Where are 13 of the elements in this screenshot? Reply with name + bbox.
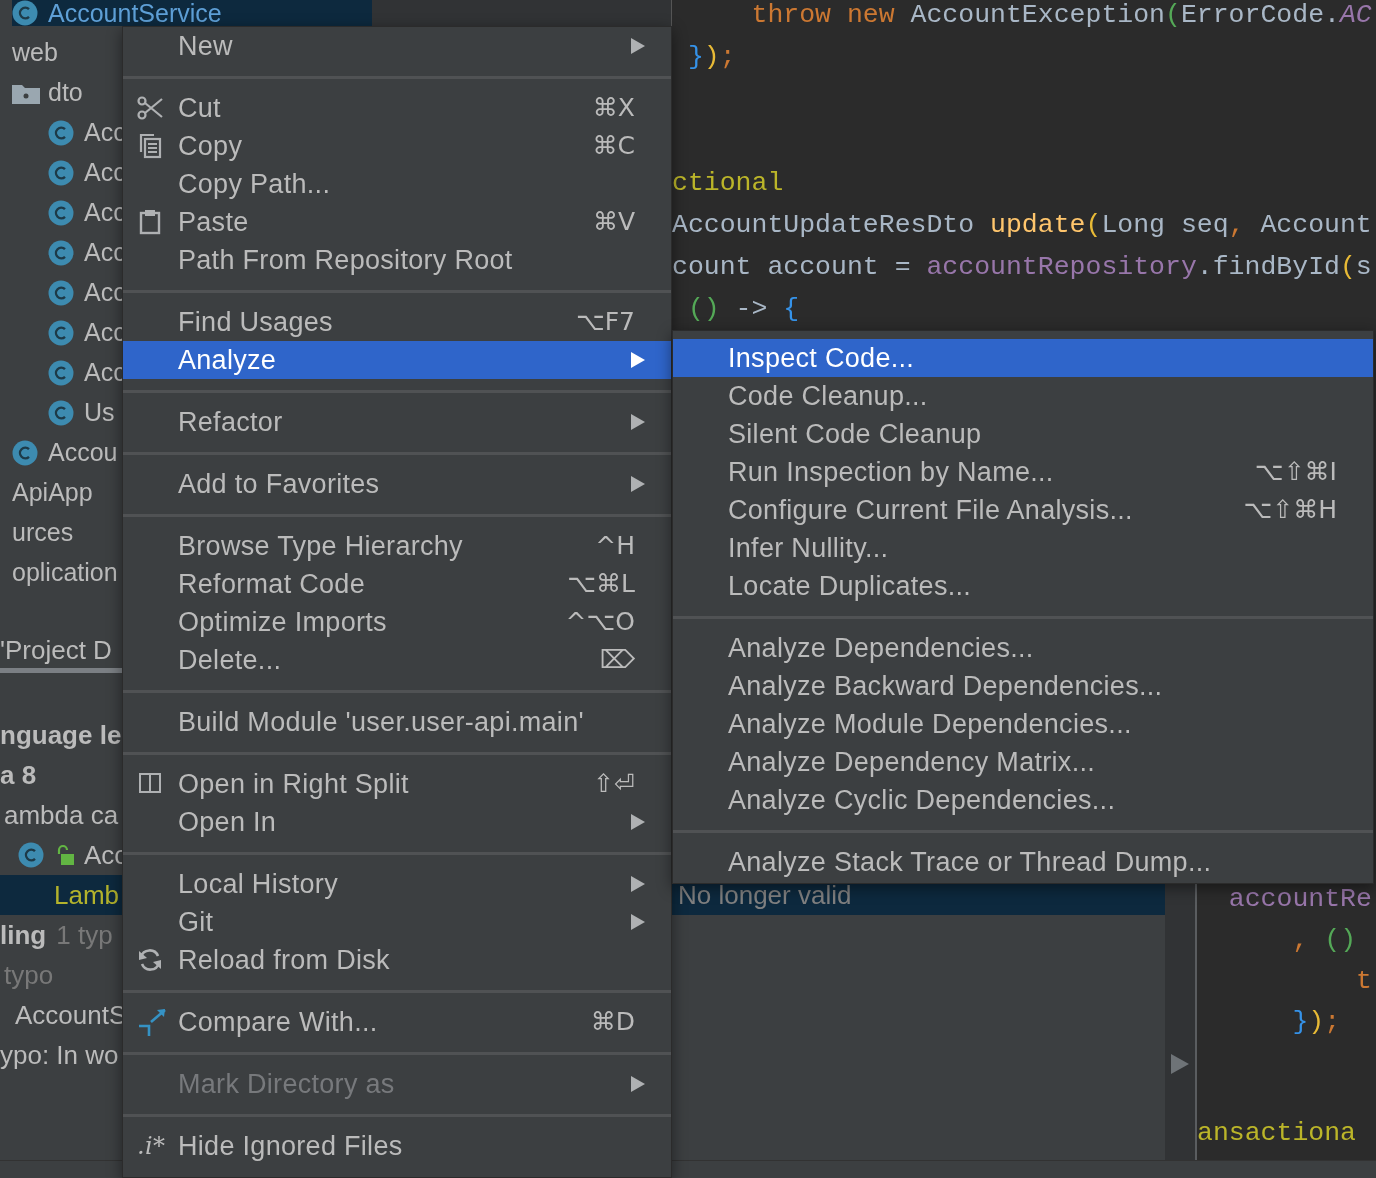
code-line: AccountUpdateResDto update(Long seq, Account — [672, 209, 1373, 242]
problem-count: 1 typ — [56, 918, 113, 952]
code-line: accountRe — [1227, 883, 1373, 916]
code-line: , () — [1291, 924, 1358, 957]
code-line: t — [1355, 965, 1373, 998]
status-note: No longer valid — [678, 878, 853, 912]
code-line: ctional — [672, 167, 785, 200]
code-line: throw new AccountException(ErrorCode.AC — [750, 0, 1373, 32]
code-line: ansactiona — [1197, 1117, 1358, 1150]
code-line: }); — [686, 41, 737, 74]
code-line: count account = accountRepository.findById(s — [672, 251, 1373, 284]
code-line: }); — [1291, 1006, 1342, 1039]
code-line: () -> { — [686, 293, 801, 326]
